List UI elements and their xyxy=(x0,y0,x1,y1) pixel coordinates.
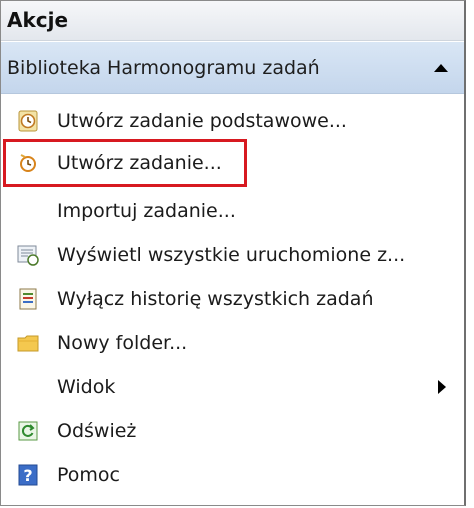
section-header-label: Biblioteka Harmonogramu zadań xyxy=(7,57,320,79)
basic-task-icon xyxy=(18,110,38,132)
menu-item-disable-history[interactable]: Wyłącz historię wszystkich zadań xyxy=(1,279,464,319)
menu-item-label: Widok xyxy=(57,376,116,398)
menu-item-new-folder[interactable]: Nowy folder... xyxy=(1,323,464,363)
menu-item-help[interactable]: ? Pomoc xyxy=(1,455,464,495)
menu-item-import-task[interactable]: Importuj zadanie... xyxy=(1,191,464,231)
running-tasks-icon xyxy=(17,245,39,266)
menu-item-label: Importuj zadanie... xyxy=(57,200,236,222)
menu-item-label: Nowy folder... xyxy=(57,332,188,354)
svg-text:?: ? xyxy=(23,466,32,485)
menu-item-view[interactable]: Widok xyxy=(1,367,464,407)
menu-item-refresh[interactable]: Odśwież xyxy=(1,411,464,451)
actions-panel: Akcje Biblioteka Harmonogramu zadań Utwó… xyxy=(0,0,466,506)
submenu-arrow-icon xyxy=(438,380,446,394)
menu-item-label: Pomoc xyxy=(57,464,120,486)
section-header-task-scheduler-library[interactable]: Biblioteka Harmonogramu zadań xyxy=(1,42,464,94)
help-icon: ? xyxy=(18,464,38,486)
menu-item-label: Wyłącz historię wszystkich zadań xyxy=(57,288,374,310)
menu-item-label: Wyświetl wszystkie uruchomione z... xyxy=(57,244,406,266)
folder-icon xyxy=(17,335,39,352)
actions-title-bar: Akcje xyxy=(1,1,464,41)
red-highlight-box xyxy=(3,139,247,187)
menu-item-display-running-tasks[interactable]: Wyświetl wszystkie uruchomione z... xyxy=(1,235,464,275)
panel-title: Akcje xyxy=(7,8,69,32)
history-icon xyxy=(19,288,37,310)
menu-item-create-basic-task[interactable]: Utwórz zadanie podstawowe... xyxy=(1,101,464,141)
refresh-icon xyxy=(18,421,38,441)
menu-item-label: Odśwież xyxy=(57,420,137,442)
menu-item-label: Utwórz zadanie podstawowe... xyxy=(57,110,347,132)
collapse-up-arrow-icon[interactable] xyxy=(434,64,448,72)
